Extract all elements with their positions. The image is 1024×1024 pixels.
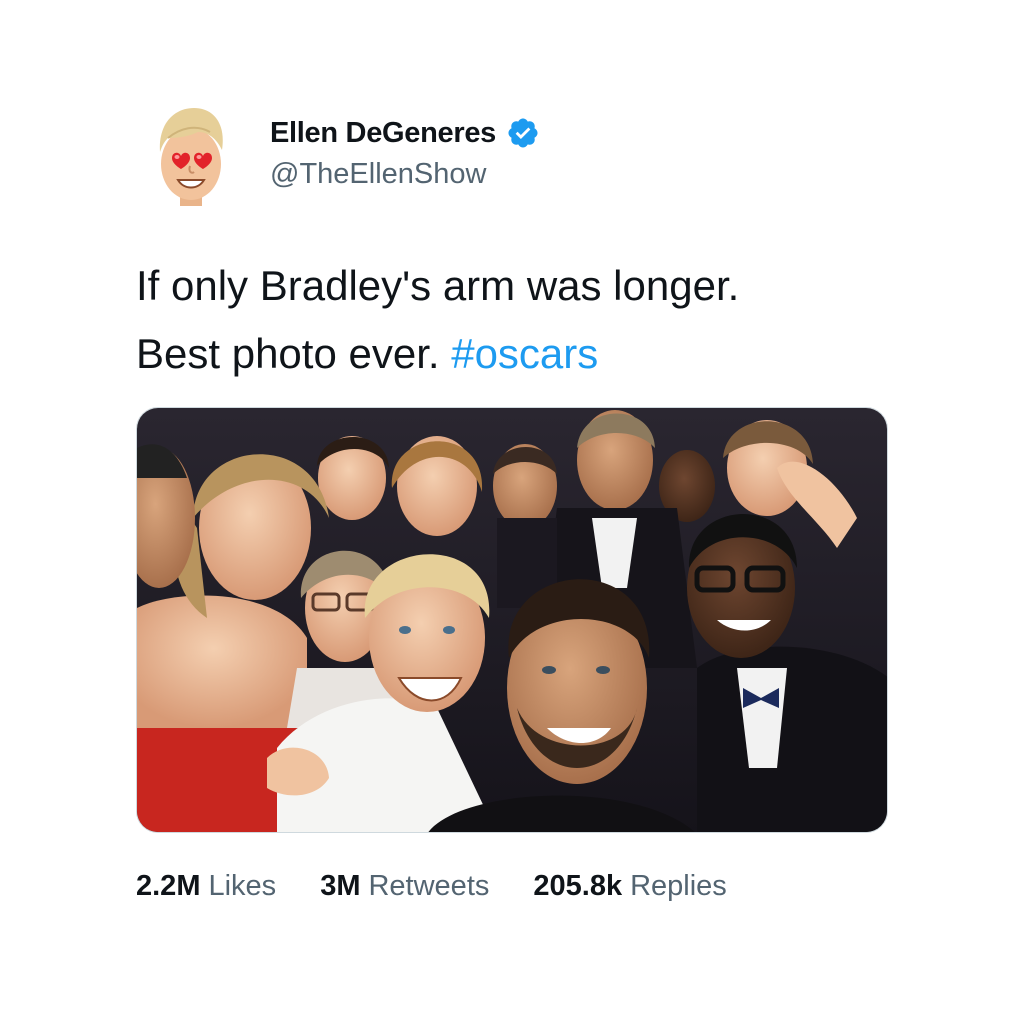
tweet-text-line-2: Best photo ever. #oscars — [136, 320, 936, 388]
author-name-row[interactable]: Ellen DeGeneres — [270, 112, 540, 154]
tweet-text: If only Bradley's arm was longer. Best p… — [136, 252, 936, 388]
heart-eyes-cartoon-avatar-icon — [159, 108, 223, 206]
author-handle[interactable]: @TheEllenShow — [270, 158, 486, 191]
tweet-text-line-1: If only Bradley's arm was longer. — [136, 262, 740, 309]
likes-count: 2.2M — [136, 870, 201, 902]
retweets-stat[interactable]: 3M Retweets — [320, 870, 489, 903]
replies-stat[interactable]: 205.8k Replies — [533, 870, 726, 903]
verified-badge-icon — [506, 116, 540, 150]
replies-count: 205.8k — [533, 870, 623, 902]
likes-label: Likes — [208, 870, 277, 902]
retweets-count: 3M — [320, 870, 361, 902]
tweet-text-line-2-prefix: Best photo ever. — [136, 330, 440, 377]
engagement-stats: 2.2M Likes 3M Retweets 205.8k Replies — [136, 870, 727, 903]
replies-label: Replies — [630, 870, 727, 902]
likes-stat[interactable]: 2.2M Likes — [136, 870, 276, 903]
tweet-photo[interactable] — [136, 407, 888, 833]
author-display-name[interactable]: Ellen DeGeneres — [270, 117, 496, 150]
hashtag-link[interactable]: #oscars — [451, 330, 598, 377]
retweets-label: Retweets — [368, 870, 490, 902]
group-selfie-image — [137, 408, 887, 832]
avatar[interactable] — [150, 102, 232, 212]
